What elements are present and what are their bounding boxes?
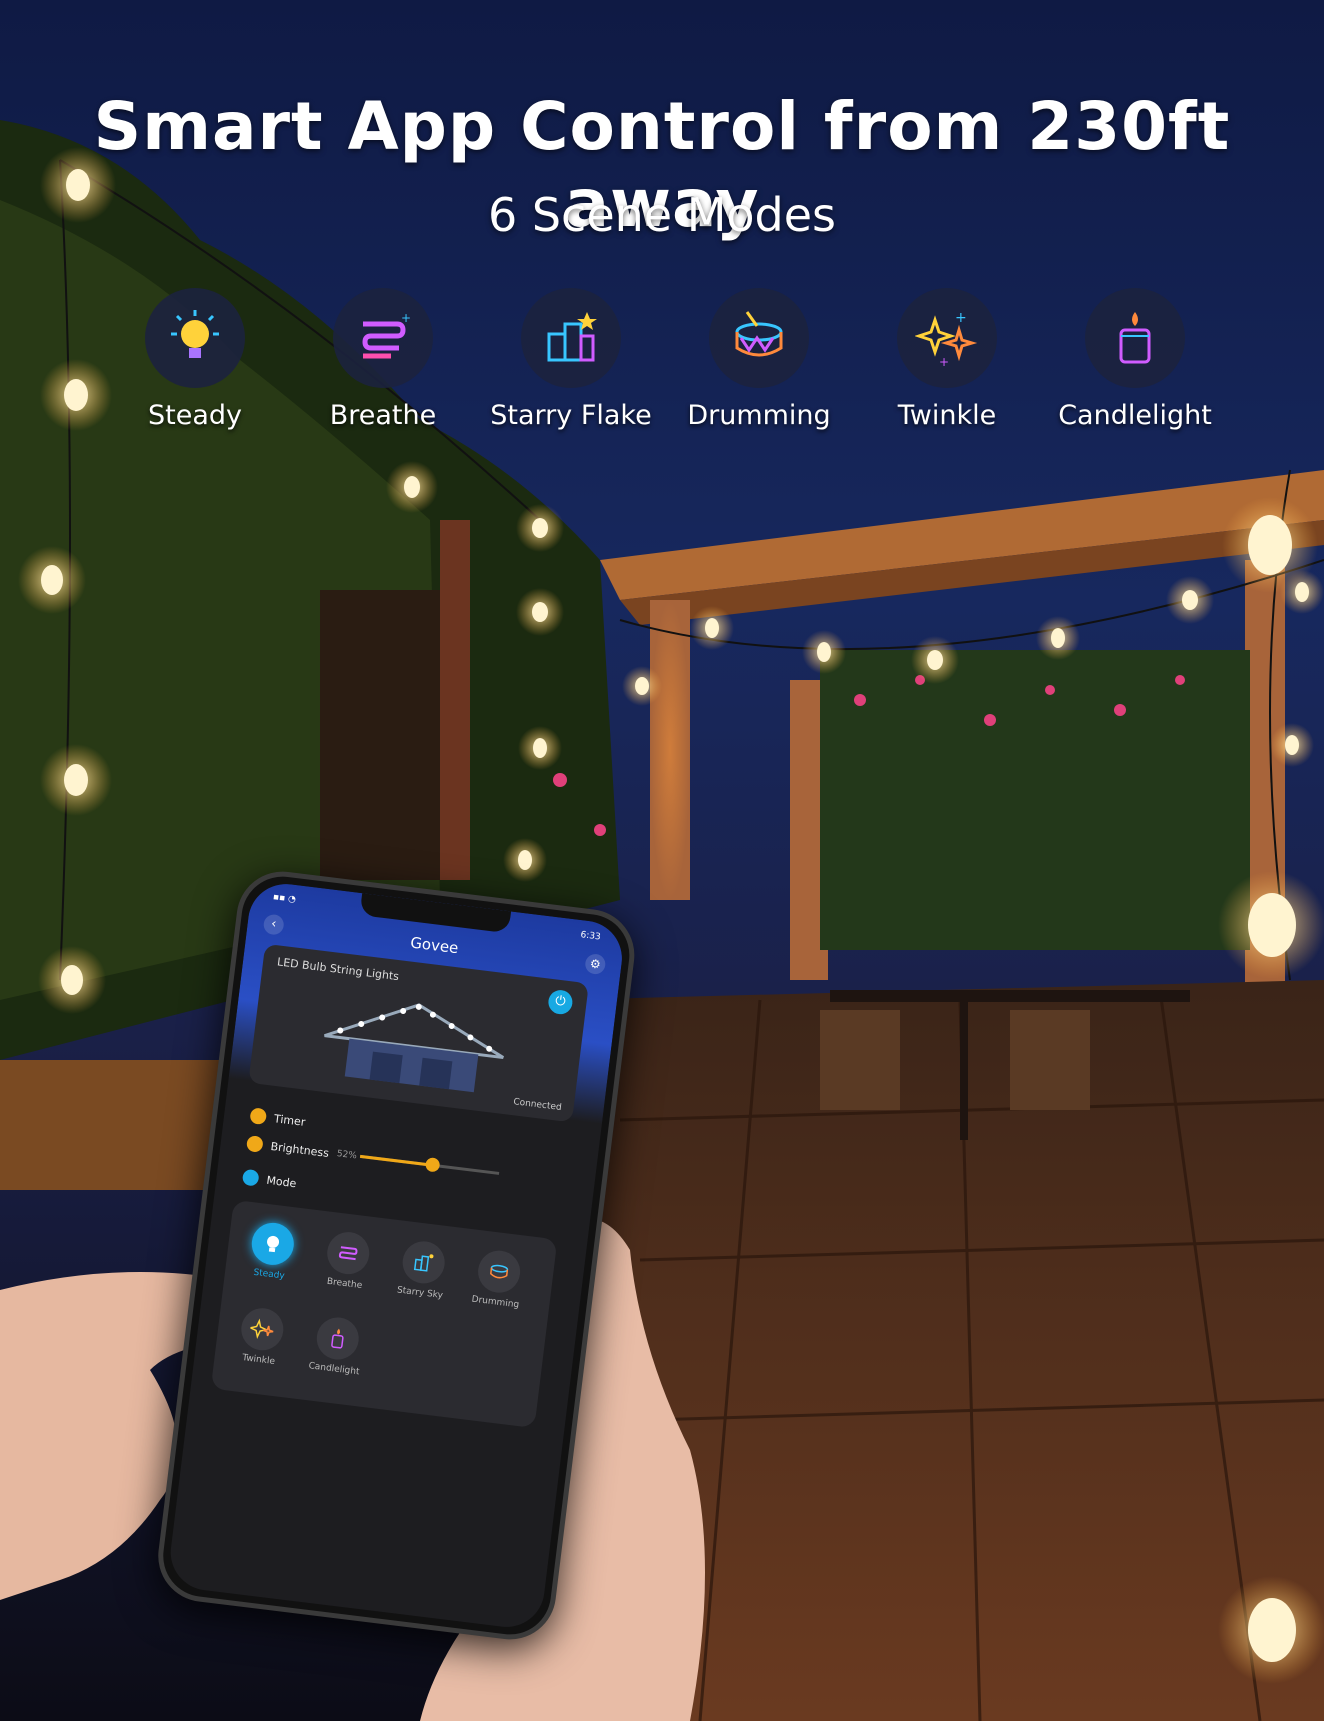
- breathe-icon: +: [333, 288, 433, 388]
- brightness-slider-fill: [359, 1154, 433, 1167]
- product-image: Smart App Control from 230ft away 6 Scen…: [0, 0, 1324, 1721]
- device-name: LED Bulb String Lights: [276, 955, 400, 984]
- connection-status: Connected: [512, 1097, 563, 1114]
- breathe-icon: [324, 1229, 372, 1277]
- app-mode-steady[interactable]: Steady: [239, 1219, 305, 1283]
- power-button[interactable]: ⏻: [547, 988, 574, 1016]
- timer-icon: [249, 1107, 268, 1126]
- brightness-value: 52%: [336, 1149, 358, 1162]
- app-mode-label: Candlelight: [307, 1361, 360, 1378]
- flower-hedge: [820, 650, 1250, 950]
- mode-label: Starry Flake: [490, 400, 652, 431]
- bulb-icon: [145, 288, 245, 388]
- mode-steady: Steady: [100, 288, 290, 431]
- candle-icon: [314, 1315, 362, 1362]
- app-mode-twinkle[interactable]: Twinkle: [228, 1305, 294, 1369]
- svg-text:+: +: [401, 311, 411, 325]
- brightness-icon: [245, 1135, 264, 1153]
- app-mode-label: Twinkle: [241, 1353, 276, 1367]
- app-mode-label: Breathe: [326, 1276, 363, 1292]
- app-mode-starry-sky[interactable]: Starry Sky: [390, 1238, 456, 1302]
- drum-icon: [475, 1248, 523, 1296]
- mode-drumming: Drumming: [664, 288, 854, 431]
- mode-candlelight: Candlelight: [1040, 288, 1230, 431]
- app-mode-label: Drumming: [470, 1294, 520, 1311]
- brightness-slider-handle[interactable]: [424, 1156, 441, 1173]
- drum-icon: [709, 288, 809, 388]
- mode-starry-flake: Starry Flake: [476, 288, 666, 431]
- twinkle-icon: [238, 1305, 286, 1353]
- mode-label: Breathe: [329, 400, 437, 431]
- brightness-slider[interactable]: [359, 1154, 500, 1175]
- mode-twinkle: + + Twinkle: [852, 288, 1042, 431]
- planter: [0, 1060, 240, 1190]
- brightness-label: Brightness: [269, 1139, 330, 1160]
- house-illustration: [324, 1003, 505, 1093]
- app-mode-candlelight[interactable]: Candlelight: [304, 1314, 370, 1378]
- mode-label: Mode: [265, 1173, 298, 1190]
- mode-label: Steady: [148, 400, 242, 431]
- app-mode-drumming[interactable]: Drumming: [465, 1247, 531, 1311]
- mode-icon: [241, 1168, 260, 1187]
- timer-row[interactable]: Timer: [249, 1107, 306, 1130]
- svg-text:+: +: [939, 355, 949, 369]
- app-mode-label: Starry Sky: [396, 1285, 444, 1301]
- app-mode-breathe[interactable]: Breathe: [314, 1229, 380, 1293]
- svg-text:+: +: [955, 310, 967, 326]
- candle-icon: [1085, 288, 1185, 388]
- app-mode-label: Steady: [252, 1267, 286, 1282]
- bulb-icon: [249, 1220, 297, 1268]
- brightness-row: Brightness 52%: [245, 1135, 358, 1164]
- brick-wall: [440, 520, 470, 880]
- mode-label: Twinkle: [897, 400, 997, 431]
- door: [320, 590, 440, 880]
- headline-subtitle: 6 Scene Modes: [487, 188, 837, 242]
- mode-label: Drumming: [687, 400, 831, 431]
- mode-panel: Steady Breathe Starry Sky Drumming Twink…: [210, 1199, 558, 1429]
- mode-breathe: + Breathe: [288, 288, 478, 431]
- mode-label: Candlelight: [1058, 400, 1212, 431]
- starry-icon: [400, 1239, 448, 1286]
- starry-icon: [521, 288, 621, 388]
- twinkle-icon: + +: [897, 288, 997, 388]
- mode-row: Mode: [241, 1168, 298, 1191]
- timer-label: Timer: [273, 1111, 307, 1129]
